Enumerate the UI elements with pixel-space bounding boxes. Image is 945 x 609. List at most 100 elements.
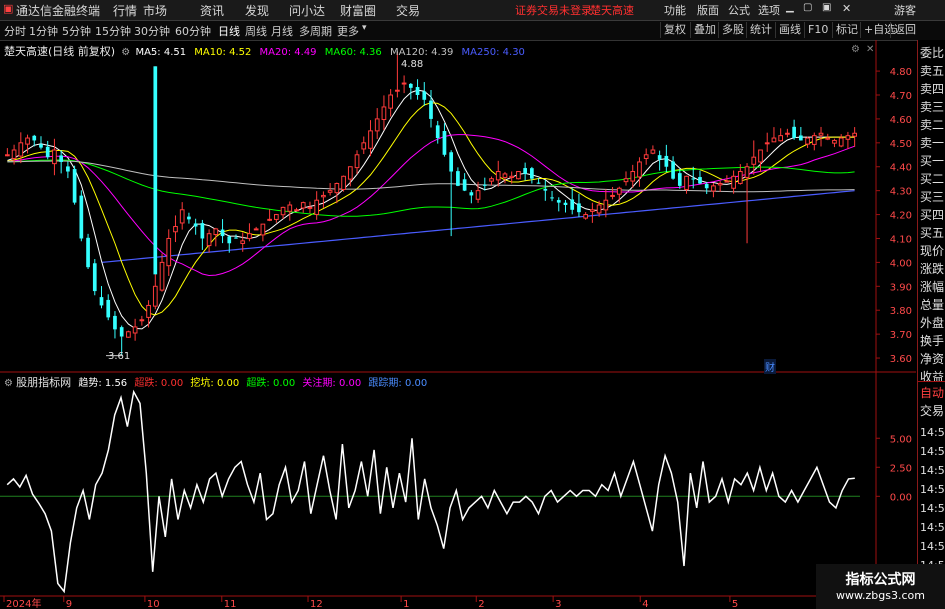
auto-label[interactable]: 自动 (920, 384, 944, 401)
multi-stock-button[interactable]: 多股 (718, 22, 747, 38)
candle-body-56 (381, 106, 387, 121)
maximize-icon[interactable]: ▢ (803, 2, 812, 13)
candle-body-126 (852, 132, 857, 137)
menu-caifuquan[interactable]: 财富圈 (340, 2, 376, 19)
settings-gear-icon[interactable]: ⚙ (121, 47, 130, 58)
indicator-name: 股朋指标网 (16, 376, 72, 389)
tab-monthly[interactable]: 月线 (271, 23, 293, 39)
date-label-0: 2024年 (6, 597, 41, 609)
menu-zixun[interactable]: 资讯 (200, 2, 224, 19)
candle-body-117 (792, 126, 796, 139)
back-button[interactable]: 返回 (890, 22, 919, 38)
candle-body-69 (469, 192, 474, 196)
candle-body-27 (187, 216, 191, 220)
more-dropdown-icon[interactable]: ▾ (362, 23, 367, 33)
menu-xuanxiang[interactable]: 选项 (758, 2, 780, 18)
ma10-line (7, 102, 855, 316)
watermark-url: www.zbgs3.com (836, 589, 925, 602)
candle-body-77 (523, 168, 527, 174)
candle-body-124 (838, 137, 844, 147)
menu-hangqing[interactable]: 行情 (113, 2, 137, 19)
menu-faxian[interactable]: 发现 (245, 2, 269, 19)
candle-body-11 (79, 195, 84, 239)
quote-field-9: 买四 (920, 208, 945, 222)
menu-gongneng[interactable]: 功能 (664, 2, 686, 18)
indicator-pane: 5.00 2.50 0.00 (0, 389, 912, 594)
trade-time-2: 14:56 (920, 464, 945, 477)
overlay-button[interactable]: 叠加 (690, 22, 719, 38)
candle-body-51 (347, 166, 353, 180)
candle-body-89 (603, 199, 609, 211)
candle-body-21 (146, 304, 151, 318)
candle-body-30 (206, 233, 212, 247)
candle-body-9 (66, 166, 70, 172)
trade-time-1: 14:56 (920, 445, 945, 458)
quote-field-1: 卖五 (920, 64, 945, 78)
tab-60min[interactable]: 60分钟 (175, 23, 211, 39)
stats-button[interactable]: 统计 (746, 22, 775, 38)
trade-login-notice[interactable]: 证券交易未登录 (515, 2, 592, 18)
menu-shichang[interactable]: 市场 (143, 2, 167, 19)
price-tick-label-11: 3.70 (890, 330, 912, 341)
candle-body-61 (415, 87, 420, 95)
kline-chart[interactable]: 4.80 4.70 4.60 4.50 4.40 4.30 4.20 4.10 4.00 3.90… (0, 40, 916, 609)
menu-wenxiaoda[interactable]: 问小达 (289, 2, 325, 19)
quote-field-0: 委比 (920, 46, 945, 60)
chart-settings-icon[interactable]: ⚙ (851, 44, 860, 55)
candle-body-81 (550, 197, 554, 199)
menu-jiaoyi[interactable]: 交易 (396, 2, 420, 19)
menu-banmian[interactable]: 版面 (697, 2, 719, 18)
finance-marker[interactable]: 财 (764, 359, 776, 374)
chart-area[interactable]: 4.80 4.70 4.60 4.50 4.40 4.30 4.20 4.10 4.00 3.90… (0, 40, 916, 609)
candle-body-85 (577, 203, 581, 213)
trade-mode-box[interactable]: 自动 交易 (918, 381, 945, 422)
candle-body-68 (462, 179, 467, 191)
candle-body-46 (314, 199, 320, 215)
candle-body-50 (341, 175, 346, 190)
f10-button[interactable]: F10 (804, 22, 831, 38)
minimize-icon[interactable]: ▁ (786, 2, 794, 13)
tab-5min[interactable]: 5分钟 (62, 23, 91, 39)
draw-line-button[interactable]: 画线 (775, 22, 804, 38)
tab-weekly[interactable]: 周线 (245, 23, 267, 39)
candle-body-44 (300, 202, 306, 209)
trade-label[interactable]: 交易 (920, 402, 944, 419)
candle-body-108 (731, 175, 736, 189)
candle-body-87 (590, 209, 595, 212)
restore-icon[interactable]: ▣ (822, 2, 831, 13)
tab-daily[interactable]: 日线 (218, 23, 240, 39)
tab-fenshi[interactable]: 分时 (4, 23, 26, 39)
tab-15min[interactable]: 15分钟 (95, 23, 131, 39)
candle-body-121 (818, 132, 824, 136)
indicator-legend: ⚙ 股朋指标网 趋势: 1.56 超跌: 0.00 挖坑: 0.00 超跌: 0… (4, 374, 427, 390)
candle-body-118 (798, 135, 803, 141)
fuquan-button[interactable]: 复权 (660, 22, 689, 38)
tab-1min[interactable]: 1分钟 (29, 23, 58, 39)
candle-body-99 (671, 161, 675, 179)
candle-body-34 (234, 237, 238, 239)
guest-button[interactable]: 游客 (894, 2, 916, 18)
indicator-settings-icon[interactable]: ⚙ (4, 378, 13, 389)
chart-close-icon[interactable]: ✕ (866, 44, 874, 55)
price-tick-label-4: 4.40 (890, 163, 912, 174)
main-chart-legend: 楚天高速(日线 前复权) ⚙ MA5: 4.51 MA10: 4.52 MA20… (4, 43, 525, 59)
tab-more[interactable]: 更多 (337, 23, 359, 39)
high-price-label: 4.88 (401, 59, 424, 70)
price-tick-label-5: 4.30 (890, 187, 912, 198)
candle-body-90 (610, 194, 615, 197)
close-icon[interactable]: ✕ (842, 2, 851, 15)
quote-field-16: 换手 (920, 334, 945, 348)
ma20-legend: MA20: 4.49 (259, 47, 317, 58)
tab-30min[interactable]: 30分钟 (134, 23, 170, 39)
tab-multi-period[interactable]: 多周期 (299, 23, 332, 39)
candle-body-28 (193, 223, 198, 227)
menu-gongshi[interactable]: 公式 (728, 2, 750, 18)
quote-field-2: 卖四 (920, 82, 945, 96)
quote-field-5: 卖一 (920, 136, 945, 150)
candle-body-96 (650, 149, 656, 154)
candle-body-36 (247, 233, 252, 240)
period-toolbar: 分时 1分钟 5分钟 15分钟 30分钟 60分钟 日线 周线 月线 多周期 更… (0, 21, 945, 41)
mark-button[interactable]: 标记 (832, 22, 861, 38)
candle-body-63 (429, 100, 433, 119)
oversold2-legend: 超跌: 0.00 (246, 378, 296, 389)
